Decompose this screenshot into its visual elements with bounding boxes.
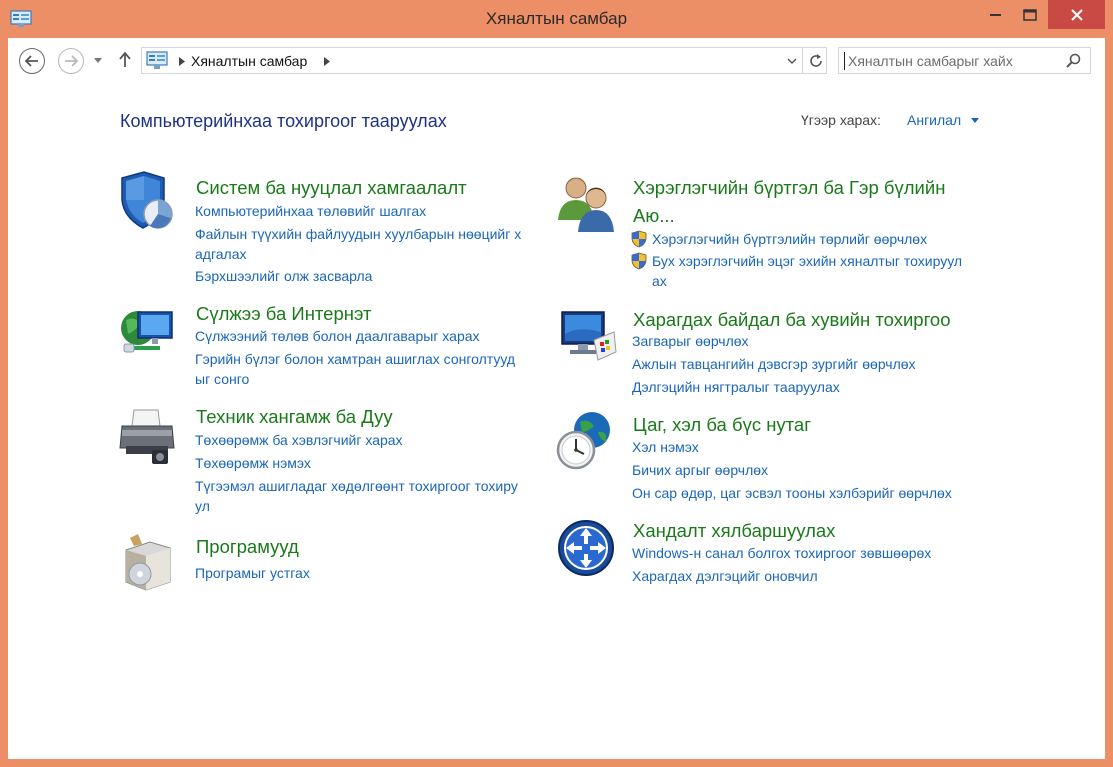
link-change-theme[interactable]: Загварыг өөрчлөх [632, 331, 749, 352]
ease-of-access-icon[interactable] [554, 514, 618, 578]
category-title-appearance[interactable]: Харагдах байдал ба хувийн тохиргоо [633, 306, 951, 333]
category-title-user-accounts-cont[interactable]: Аю... [633, 202, 675, 229]
link-homegroup[interactable]: Гэрийн бүлэг болон хамтран ашиглах сонго… [195, 349, 515, 370]
control-panel-icon [146, 51, 168, 69]
link-parental-controls-cont[interactable]: ах [652, 271, 667, 292]
navigation-bar: Хяналтын самбар [8, 38, 1105, 82]
minimize-button[interactable] [979, 0, 1013, 30]
category-title-programs[interactable]: Програмууд [196, 533, 299, 560]
link-parental-controls[interactable]: Бух хэрэглэгчийн эцэг эхийн хяналтыг тох… [652, 251, 962, 272]
link-optimize-display[interactable]: Харагдах дэлгэцийг оновчил [632, 566, 818, 587]
link-add-language[interactable]: Хэл нэмэх [632, 437, 699, 458]
link-uninstall-program[interactable]: Програмыг устгах [195, 563, 310, 584]
maximize-button[interactable] [1013, 0, 1047, 30]
chevron-right-icon [179, 56, 185, 66]
link-change-input-method[interactable]: Бичих аргыг өөрчлөх [632, 460, 768, 481]
category-title-hardware-sound[interactable]: Техник хангамж ба Дуу [196, 403, 393, 430]
breadcrumb-control-panel[interactable]: Хяналтын самбар [191, 53, 307, 69]
printer-icon[interactable] [116, 402, 180, 466]
maximize-icon [1023, 9, 1037, 21]
title-bar: Хяналтын самбар [0, 0, 1113, 38]
globe-network-icon[interactable] [116, 298, 180, 362]
link-adjust-resolution[interactable]: Дэлгэцийн нягтралыг тааруулах [632, 377, 840, 398]
address-dropdown-button[interactable] [784, 53, 800, 69]
category-title-user-accounts[interactable]: Хэрэглэгчийн бүртгэл ба Гэр бүлийн [633, 174, 945, 201]
forward-button[interactable] [58, 48, 84, 74]
clock-globe-icon[interactable] [554, 408, 618, 472]
chevron-down-icon [787, 58, 797, 64]
back-button[interactable] [19, 48, 45, 74]
link-homegroup-cont[interactable]: ыг сонго [195, 369, 249, 390]
link-troubleshoot[interactable]: Бэрхшээлийг олж засварла [195, 266, 372, 287]
search-icon[interactable] [1065, 52, 1083, 70]
link-check-status[interactable]: Компьютерийнхаа төлөвийг шалгах [195, 201, 426, 222]
breadcrumb-separator[interactable] [177, 54, 187, 68]
link-change-formats[interactable]: Он сар өдөр, цаг эсвэл тооны хэлбэрийг ө… [632, 483, 952, 504]
link-windows-suggest-settings[interactable]: Windows-н санал болгох тохиргоог зөвшөөр… [632, 543, 931, 564]
refresh-icon [809, 53, 822, 67]
link-add-device[interactable]: Төхөөрөмж нэмэх [195, 453, 311, 474]
forward-arrow-icon [65, 55, 78, 67]
uac-shield-icon [631, 230, 647, 248]
search-input[interactable] [844, 52, 1054, 70]
category-title-system-security[interactable]: Систем ба нууцлал хамгаалалт [196, 174, 467, 201]
breadcrumb-separator[interactable] [322, 54, 332, 68]
back-arrow-icon [25, 55, 38, 67]
uac-shield-icon [631, 252, 647, 270]
page-title: Компьютерийнхаа тохиргоог тааруулах [120, 111, 447, 131]
view-by-dropdown[interactable]: Ангилал [907, 112, 961, 128]
link-network-status[interactable]: Сүлжээний төлөв болон даалгаварыг харах [195, 326, 480, 347]
category-title-ease-of-access[interactable]: Хандалт хялбаршуулах [633, 517, 835, 544]
link-mobility-settings[interactable]: Түгээмэл ашигладаг хөдөлгөөнт тохиргоог … [195, 476, 518, 497]
up-arrow-icon [119, 52, 131, 67]
address-bar[interactable]: Хяналтын самбар [141, 47, 827, 74]
chevron-down-icon [94, 57, 102, 63]
minimize-icon [990, 14, 1001, 16]
search-box[interactable] [838, 47, 1091, 74]
refresh-button[interactable] [802, 47, 828, 74]
system-security-icon[interactable] [116, 170, 180, 234]
programs-box-icon[interactable] [116, 530, 180, 594]
link-change-background[interactable]: Ажлын тавцангийн дэвсгэр зургийг өөрчлөх [632, 354, 916, 375]
link-view-devices[interactable]: Төхөөрөмж ба хэвлэгчийг харах [195, 430, 403, 451]
users-icon[interactable] [554, 170, 618, 234]
view-by-label: Үгээр харах: [801, 112, 881, 128]
close-button[interactable] [1048, 0, 1105, 29]
close-icon [1070, 8, 1083, 21]
category-title-network-internet[interactable]: Сүлжээ ба Интернэт [196, 300, 371, 327]
recent-locations-button[interactable] [92, 54, 104, 66]
link-mobility-settings-cont[interactable]: ул [195, 496, 210, 517]
content-frame: Хяналтын самбар Компьютерийнхаа тохиргоо… [8, 38, 1105, 759]
link-file-history[interactable]: Файлын түүхийн файлуудын хуулбарын нөөци… [195, 224, 521, 245]
up-button[interactable] [116, 50, 134, 70]
category-title-clock-region[interactable]: Цаг, хэл ба бүс нутаг [633, 411, 811, 438]
caret-down-icon[interactable] [971, 118, 979, 123]
monitor-palette-icon[interactable] [554, 304, 618, 368]
link-change-account-type[interactable]: Хэрэглэгчийн бүртгэлийн төрлийг өөрчлөх [652, 229, 927, 250]
link-file-history-cont[interactable]: адгалах [195, 244, 247, 265]
chevron-right-icon [324, 56, 330, 66]
window-title: Хяналтын самбар [485, 9, 628, 28]
